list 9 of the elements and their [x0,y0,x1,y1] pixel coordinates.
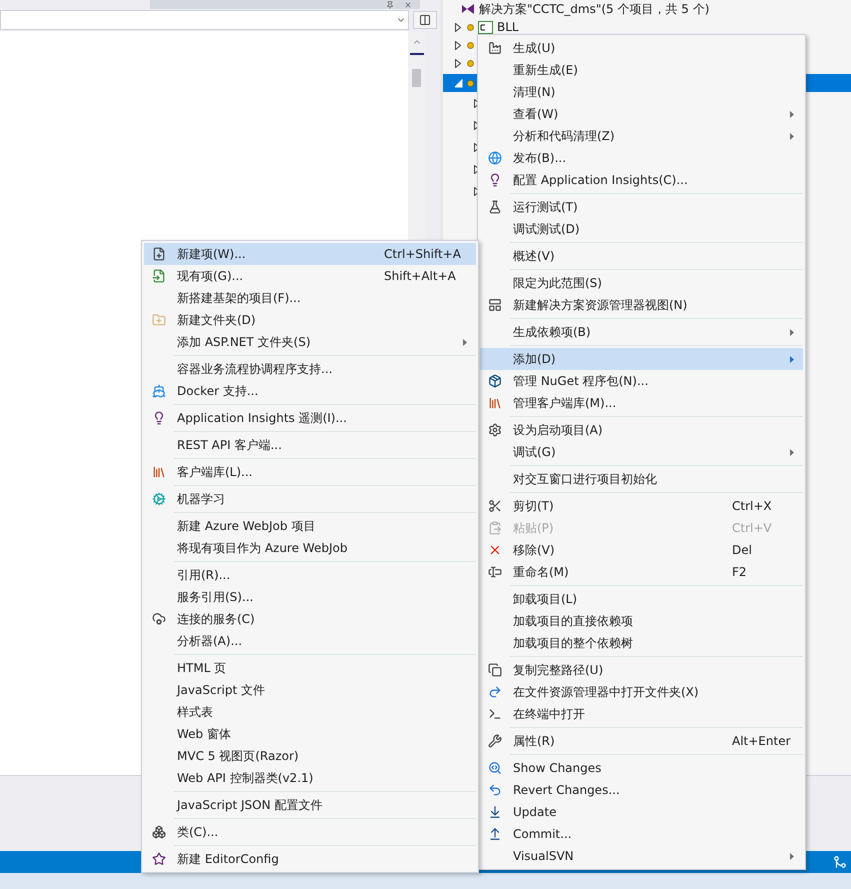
keyboard-shortcut: F2 [732,565,747,579]
keyboard-shortcut: Ctrl+V [732,521,772,535]
keyboard-shortcut: Ctrl+Shift+A [384,247,461,261]
keyboard-shortcut: Shift+Alt+A [384,269,456,283]
tree-label: BLL [497,20,519,34]
keyboard-shortcut: Ctrl+X [732,499,772,513]
keyboard-shortcut: Del [732,543,752,557]
tree-label: 解决方案"CCTC_dms"(5 个项目，共 5 个) [479,0,710,18]
keyboard-shortcut: Alt+Enter [732,734,791,748]
